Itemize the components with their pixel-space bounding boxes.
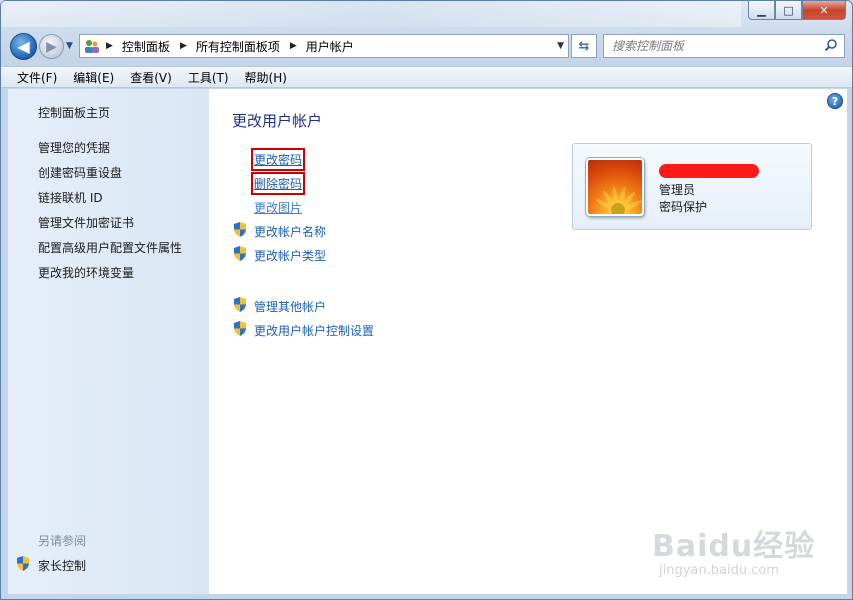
account-name-redacted	[659, 164, 759, 178]
control-panel-icon	[85, 40, 99, 53]
parental-controls-link[interactable]: 家长控制	[38, 557, 86, 574]
watermark-logo: Baidu经验	[652, 529, 816, 564]
menu-file[interactable]: 文件(F)	[9, 69, 65, 86]
account-role: 管理员	[659, 183, 696, 197]
minimize-icon: ▁	[757, 3, 766, 17]
sidebar-link-online-id[interactable]: 链接联机 ID	[38, 189, 103, 206]
close-icon: ✕	[819, 3, 829, 17]
shield-icon	[17, 556, 29, 571]
see-also-heading: 另请参阅	[38, 534, 87, 548]
breadcrumb-control-panel[interactable]: 控制面板	[122, 38, 170, 55]
recent-pages-dropdown[interactable]: ▼	[66, 41, 73, 51]
account-password-status: 密码保护	[659, 200, 708, 214]
back-arrow-icon: ◀	[17, 37, 30, 56]
maximize-button[interactable]: □	[775, 1, 802, 20]
refresh-button[interactable]: ⇆	[571, 34, 597, 58]
breadcrumb-separator-icon[interactable]: ▶	[180, 41, 187, 51]
close-button[interactable]: ✕	[802, 1, 846, 20]
navigation-bar: ◀ ▶ ▼ ▶ 控制面板 ▶ 所有控制面板项 ▶ 用户帐户 ▼ ⇆	[1, 29, 852, 65]
search-input[interactable]	[612, 39, 822, 53]
minimize-button[interactable]: ▁	[748, 1, 775, 20]
left-pane: 控制面板主页 管理您的凭据 创建密码重设盘 链接联机 ID 管理文件加密证书 配…	[8, 89, 209, 594]
menu-view[interactable]: 查看(V)	[122, 69, 180, 86]
menu-tools[interactable]: 工具(T)	[180, 69, 237, 86]
title-bar	[1, 1, 741, 27]
watermark-url: jingyan.baidu.com	[659, 563, 779, 578]
menu-help[interactable]: 帮助(H)	[237, 69, 295, 86]
shield-icon	[234, 222, 246, 237]
back-button[interactable]: ◀	[10, 33, 37, 60]
change-account-type-link[interactable]: 更改帐户类型	[254, 247, 326, 264]
search-icon[interactable]	[824, 38, 838, 52]
breadcrumb-separator-icon[interactable]: ▶	[106, 41, 113, 51]
breadcrumb-separator-icon[interactable]: ▶	[290, 41, 297, 51]
breadcrumb-all-items[interactable]: 所有控制面板项	[196, 38, 280, 55]
flower-picture-icon	[594, 186, 642, 214]
window: ▁ □ ✕ ◀ ▶ ▼ ▶ 控制面板 ▶ 所有控制面板项 ▶ 用户帐户 ▼ ⇆	[0, 0, 853, 600]
sidebar-link-password-reset-disk[interactable]: 创建密码重设盘	[38, 164, 122, 181]
page-title: 更改用户帐户	[232, 112, 323, 130]
address-bar[interactable]: ▶ 控制面板 ▶ 所有控制面板项 ▶ 用户帐户 ▼	[79, 34, 569, 58]
refresh-icon: ⇆	[578, 38, 590, 54]
manage-other-accounts-link[interactable]: 管理其他帐户	[254, 298, 326, 315]
account-card: 管理员 密码保护	[572, 143, 812, 230]
caption-buttons: ▁ □ ✕	[748, 1, 846, 20]
uac-settings-link[interactable]: 更改用户帐户控制设置	[254, 322, 374, 339]
forward-arrow-icon: ▶	[46, 38, 57, 55]
main-content: ? 更改用户帐户 更改密码 删除密码 更改图片 更改帐户名称 更改帐户类型 管理…	[209, 89, 847, 594]
shield-icon	[234, 321, 246, 336]
forward-button[interactable]: ▶	[39, 34, 64, 59]
avatar[interactable]	[586, 158, 644, 216]
sidebar-home-link[interactable]: 控制面板主页	[38, 104, 110, 121]
breadcrumb-user-accounts[interactable]: 用户帐户	[306, 38, 354, 55]
change-picture-link[interactable]: 更改图片	[254, 199, 302, 216]
search-box[interactable]	[603, 34, 845, 58]
sidebar-link-manage-credentials[interactable]: 管理您的凭据	[38, 139, 110, 156]
help-icon[interactable]: ?	[827, 93, 843, 109]
menu-bar: 文件(F) 编辑(E) 查看(V) 工具(T) 帮助(H)	[1, 66, 852, 88]
shield-icon	[234, 297, 246, 312]
menu-edit[interactable]: 编辑(E)	[65, 69, 122, 86]
remove-password-link[interactable]: 删除密码	[250, 172, 306, 195]
sidebar-link-profile-properties[interactable]: 配置高级用户配置文件属性	[38, 239, 182, 256]
change-account-name-link[interactable]: 更改帐户名称	[254, 223, 326, 240]
change-password-link[interactable]: 更改密码	[250, 148, 306, 171]
sidebar-link-environment-variables[interactable]: 更改我的环境变量	[38, 264, 134, 281]
shield-icon	[234, 246, 246, 261]
sidebar-link-encryption-certs[interactable]: 管理文件加密证书	[38, 214, 134, 231]
maximize-icon: □	[783, 3, 794, 17]
address-dropdown-icon[interactable]: ▼	[557, 41, 564, 51]
